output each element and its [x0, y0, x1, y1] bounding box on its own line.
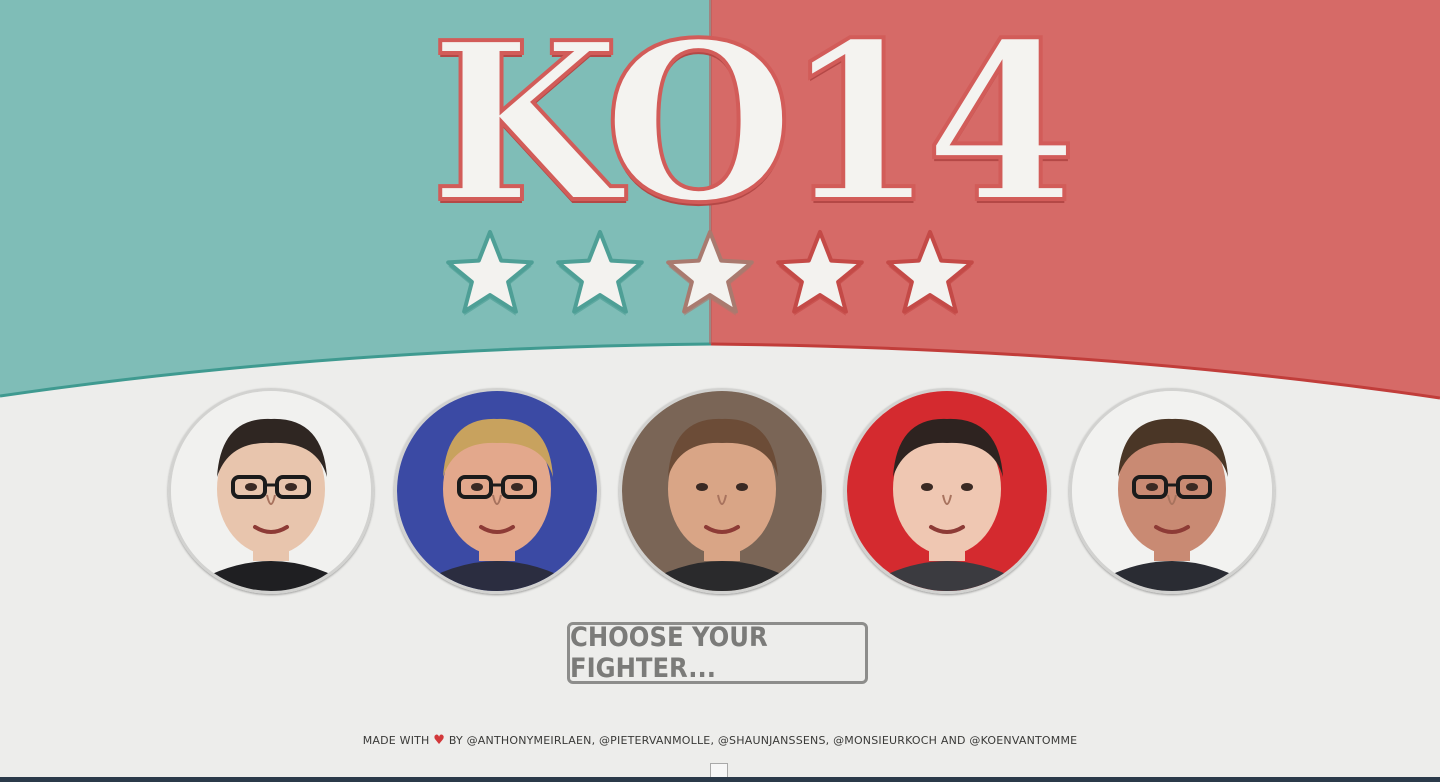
bottom-bar: [0, 777, 1440, 782]
fighter-portrait-2[interactable]: [394, 388, 600, 594]
star-icon: [556, 230, 644, 316]
credit-link-anthony[interactable]: @ANTHONYMEIRLAEN: [467, 734, 592, 747]
rating-stars: [446, 230, 974, 316]
page: KO14 CHOOSE YOUR FIGHTER... MADE WITH ♥ …: [0, 0, 1440, 782]
star-icon: [776, 230, 864, 316]
heart-icon: ♥: [433, 733, 446, 748]
logo: KO14: [428, 0, 1079, 318]
fighter-list: [168, 388, 1275, 594]
credit-link-monsieurkoch[interactable]: @MONSIEURKOCH: [833, 734, 937, 747]
credits: MADE WITH ♥ BY @ANTHONYMEIRLAEN, @PIETER…: [362, 733, 1078, 748]
credit-link-koen[interactable]: @KOENVANTOMME: [969, 734, 1077, 747]
star-icon: [666, 230, 754, 316]
star-icon: [446, 230, 534, 316]
credits-and: AND: [940, 734, 966, 747]
star-icon: [886, 230, 974, 316]
fighter-portrait-3[interactable]: [619, 388, 825, 594]
choose-fighter-button[interactable]: CHOOSE YOUR FIGHTER...: [567, 622, 868, 684]
credits-by: BY: [448, 734, 463, 747]
credit-link-shaun[interactable]: @SHAUNJANSSENS: [718, 734, 826, 747]
fighter-portrait-1[interactable]: [168, 388, 374, 594]
credits-made-with: MADE WITH: [362, 734, 430, 747]
fighter-portrait-5[interactable]: [1069, 388, 1275, 594]
credit-link-pieter[interactable]: @PIETERVANMOLLE: [599, 734, 710, 747]
fighter-portrait-4[interactable]: [844, 388, 1050, 594]
logo-text: KO14: [428, 0, 1079, 251]
